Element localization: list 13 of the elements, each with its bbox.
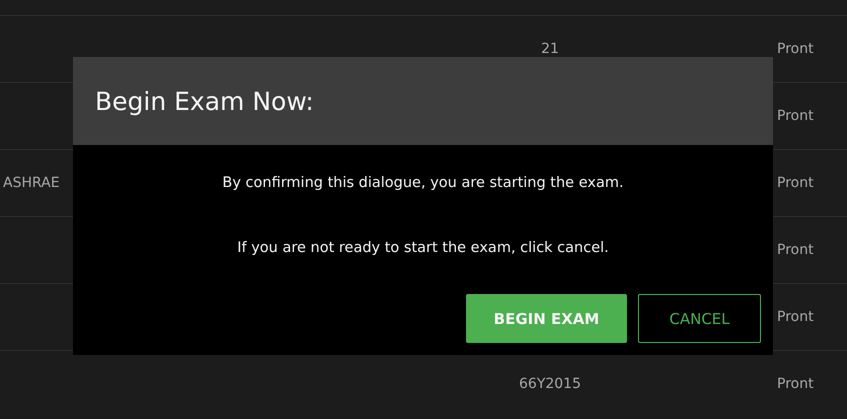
table-cell: Pront [777,41,814,57]
table-cell: Pront [777,108,814,124]
table-cell-text: ASHRAE [2,175,60,191]
table-cell: 21 [541,41,559,57]
table-cell: Pront [777,242,814,258]
cancel-button[interactable]: CANCEL [638,294,761,343]
dialog-message: If you are not ready to start the exam, click cancel. [237,240,609,256]
dialog-message: By confirming this dialogue, you are starting the exam. [222,175,624,191]
table-cell: 66Y2015 [519,376,581,392]
table-cell: Pront [777,309,814,325]
table-cell: Pront [777,175,814,191]
table-cell: Pront [777,376,814,392]
dialog-title: Begin Exam Now: [95,86,314,116]
